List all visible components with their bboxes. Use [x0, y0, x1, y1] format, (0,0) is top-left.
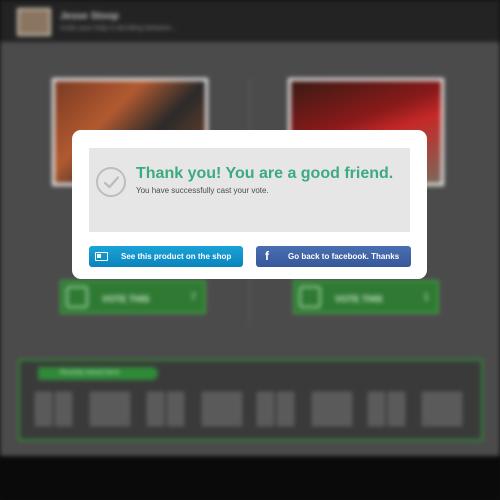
- vote-count: 1: [423, 292, 429, 303]
- thumbnail[interactable]: [277, 392, 294, 426]
- see-product-shop-button[interactable]: See this product on the shop: [89, 246, 243, 267]
- thumbnail[interactable]: [35, 392, 52, 426]
- vote-label: VOTE THIS: [335, 294, 383, 304]
- thumbnail[interactable]: [368, 392, 385, 426]
- thank-you-modal: Thank you! You are a good friend. You ha…: [72, 130, 427, 279]
- vote-count: 7: [190, 292, 196, 303]
- vote-button-left[interactable]: VOTE THIS 7: [60, 280, 206, 314]
- checkbox-icon: [66, 286, 88, 308]
- facebook-button-label: Go back to facebook. Thanks: [288, 252, 400, 261]
- user-name: Jesse Stoop: [60, 11, 119, 22]
- user-subtitle: Invite your help in deciding between...: [60, 25, 178, 32]
- avatar: [17, 8, 51, 36]
- message-title: Thank you! You are a good friend.: [136, 165, 394, 182]
- bottom-bar: [0, 456, 500, 500]
- shop-window-icon: [95, 252, 108, 261]
- thumbnail[interactable]: [167, 392, 184, 426]
- recently-viewed-tab: Recently viewed items: [38, 367, 158, 380]
- thumbnail[interactable]: [422, 392, 462, 426]
- thumbnail[interactable]: [90, 392, 130, 426]
- thumbnail[interactable]: [257, 392, 274, 426]
- message-panel: Thank you! You are a good friend. You ha…: [89, 148, 410, 232]
- thumbnail[interactable]: [147, 392, 164, 426]
- facebook-icon: f: [265, 249, 269, 263]
- thumbnail[interactable]: [388, 392, 405, 426]
- check-circle-icon: [96, 167, 126, 197]
- checkbox-icon: [299, 286, 321, 308]
- shop-button-label: See this product on the shop: [121, 252, 232, 261]
- vote-label: VOTE THIS: [102, 294, 150, 304]
- thumbnail[interactable]: [55, 392, 72, 426]
- thumbnail[interactable]: [202, 392, 242, 426]
- back-to-facebook-button[interactable]: f Go back to facebook. Thanks: [256, 246, 411, 267]
- message-subtitle: You have successfully cast your vote.: [136, 186, 269, 195]
- thumbnail[interactable]: [312, 392, 352, 426]
- vote-button-right[interactable]: VOTE THIS 1: [293, 280, 439, 314]
- recently-viewed-panel: Recently viewed items: [18, 359, 483, 441]
- top-bar: Jesse Stoop Invite your help in deciding…: [0, 0, 500, 42]
